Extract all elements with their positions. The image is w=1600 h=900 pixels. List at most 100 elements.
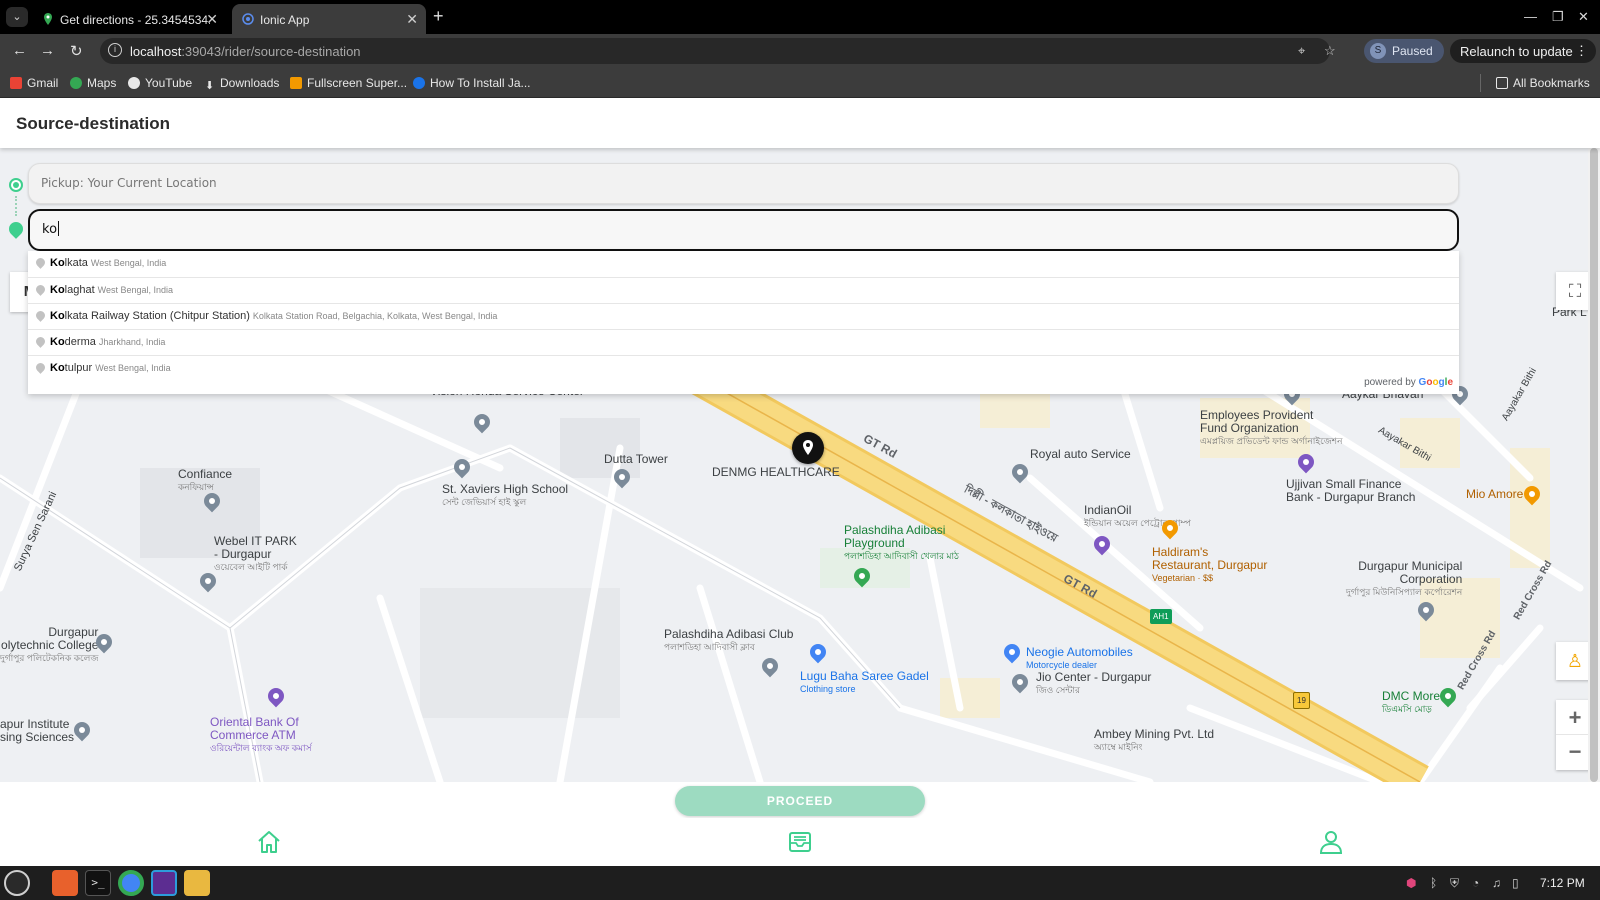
close-tab-icon[interactable]: ✕ — [406, 11, 418, 28]
bookmark-maps[interactable]: Maps — [70, 76, 116, 90]
browser-toolbar: ← → ↻ i localhost:39043/rider/source-des… — [0, 34, 1600, 68]
terminal-icon[interactable]: >_ — [85, 870, 111, 896]
map-label-webel[interactable]: Webel IT PARK - Durgapur ওয়েবেল আইটি পার… — [214, 535, 297, 574]
more-menu-icon[interactable]: ⋮ — [1575, 43, 1588, 59]
map-label-mio-amore[interactable]: Mio Amore — [1466, 488, 1523, 501]
inbox-icon[interactable] — [786, 828, 814, 856]
close-tab-icon[interactable]: ✕ — [206, 11, 218, 28]
extension-icon — [290, 77, 302, 89]
suggestion-item[interactable]: Kolkata West Bengal, India — [28, 251, 1459, 277]
relaunch-button[interactable]: Relaunch to update ⋮ — [1450, 39, 1596, 63]
map-label-dutta-tower[interactable]: Dutta Tower — [604, 453, 668, 466]
map-label-xaviers[interactable]: St. Xaviers High School সেন্ট জেভিয়ার্স … — [442, 483, 568, 509]
map-label-neogie[interactable]: Neogie Automobiles Motorcycle dealer — [1026, 646, 1133, 672]
bookmark-downloads[interactable]: ⬇ Downloads — [205, 76, 279, 92]
map-label-epfo[interactable]: Employees Provident Fund Organization এমপ… — [1200, 409, 1342, 448]
map-label-dmc[interactable]: Durgapur Municipal Corporation দুর্গাপুর … — [1346, 560, 1462, 599]
os-taskbar: >_ ⬢ ᛒ ⛨ ◔ ♫ ▯ 7:12 PM — [0, 866, 1600, 900]
bookmark-how-to-install[interactable]: How To Install Ja... — [413, 76, 531, 90]
highway-shield-19: 19 — [1293, 692, 1310, 709]
map-label-dmc-more[interactable]: DMC More ডিএমসি মোড় — [1382, 690, 1440, 716]
fullscreen-icon[interactable]: ⛶ — [1556, 272, 1588, 310]
map-label-jio[interactable]: Jio Center - Durgapur জিও সেন্টার — [1036, 671, 1151, 697]
file-manager-icon[interactable] — [184, 870, 210, 896]
globe-icon — [128, 77, 140, 89]
map-label-confiance[interactable]: Confiance কনফিয়ান্স — [178, 468, 232, 494]
forward-icon[interactable]: → — [40, 42, 55, 59]
reload-icon[interactable]: ↻ — [70, 42, 83, 60]
map-label-royal-auto[interactable]: Royal auto Service — [1030, 448, 1131, 461]
app-header: Source-destination — [0, 98, 1600, 148]
profile-status: Paused — [1392, 44, 1433, 58]
tab-search-button[interactable]: ⌄ — [6, 7, 28, 27]
suggestion-item[interactable]: Kotulpur West Bengal, India — [28, 355, 1459, 381]
map-label-ujjivan[interactable]: Ujjivan Small Finance Bank - Durgapur Br… — [1286, 478, 1415, 504]
map-label-denmg[interactable]: DENMG HEALTHCARE — [712, 466, 840, 479]
address-bar[interactable]: i localhost:39043/rider/source-destinati… — [100, 38, 1336, 64]
tab-title: Ionic App — [260, 13, 310, 27]
gmail-icon — [10, 77, 22, 89]
suggestion-text: Kolkata Railway Station (Chitpur Station… — [50, 310, 498, 322]
close-window-icon[interactable]: ✕ — [1578, 9, 1589, 25]
page-title: Source-destination — [16, 114, 170, 133]
bookmark-gmail[interactable]: Gmail — [10, 76, 58, 90]
selected-location-marker[interactable] — [792, 432, 824, 464]
site-info-icon[interactable]: i — [108, 43, 122, 57]
map-label-haldirams[interactable]: Haldiram's Restaurant, Durgapur Vegetaria… — [1152, 546, 1267, 585]
location-icon[interactable]: ⌖ — [1298, 43, 1305, 59]
tab-ionic-app[interactable]: Ionic App ✕ — [232, 4, 426, 34]
bookmark-fullscreen[interactable]: Fullscreen Super... — [290, 76, 407, 90]
suggestion-pin-icon — [34, 283, 47, 296]
maps-icon — [70, 77, 82, 89]
pegman-icon[interactable]: ♙ — [1556, 642, 1588, 680]
suggestion-item[interactable]: Kolaghat West Bengal, India — [28, 277, 1459, 303]
autocomplete-dropdown: Kolkata West Bengal, India Kolaghat West B… — [28, 251, 1459, 394]
shield-icon[interactable]: ⛨ — [1450, 876, 1459, 891]
map-label-polytechnic[interactable]: Durgapur olytechnic College দুর্গাপুর পলি… — [0, 626, 98, 665]
map-label-ambey[interactable]: Ambey Mining Pvt. Ltd অ্যাম্বে মাইনিং — [1094, 728, 1214, 754]
tab-get-directions[interactable]: Get directions - 25.3454534... ✕ — [32, 4, 226, 34]
page-scrollbar[interactable] — [1588, 148, 1600, 782]
new-tab-icon[interactable]: + — [433, 6, 444, 27]
profile-icon[interactable] — [1317, 828, 1345, 856]
tab-title: Get directions - 25.3454534... — [60, 13, 210, 27]
all-bookmarks[interactable]: All Bookmarks — [1496, 76, 1590, 90]
map-label-palashdiha-club[interactable]: Palashdiha Adibasi Club পলাশডিহা আদিবাসী … — [664, 628, 793, 654]
chrome-icon[interactable] — [118, 870, 144, 896]
suggestion-item[interactable]: Koderma Jharkhand, India — [28, 329, 1459, 355]
location-pin-icon — [803, 440, 813, 455]
proceed-button[interactable]: PROCEED — [675, 786, 925, 816]
profile-avatar: S — [1370, 43, 1386, 59]
relaunch-label: Relaunch to update — [1460, 44, 1573, 59]
zoom-out-icon[interactable]: − — [1556, 735, 1588, 770]
powered-by-google: powered by Google — [1364, 377, 1453, 388]
bookmark-youtube[interactable]: YouTube — [128, 76, 192, 90]
intellij-icon[interactable] — [151, 870, 177, 896]
minimize-icon[interactable]: — — [1524, 9, 1537, 24]
home-icon[interactable] — [255, 828, 283, 856]
scrollbar-thumb[interactable] — [1590, 148, 1598, 782]
destination-input[interactable]: ko — [28, 209, 1459, 251]
clock[interactable]: 7:12 PM — [1540, 876, 1585, 890]
restore-icon[interactable]: ❐ — [1552, 9, 1564, 25]
map-label-lugu-baha[interactable]: Lugu Baha Saree Gadel Clothing store — [800, 670, 929, 696]
bookmarks-divider — [1480, 74, 1481, 92]
map-label-oriental[interactable]: Oriental Bank Of Commerce ATM ওরিয়েন্টাল… — [210, 716, 312, 755]
back-icon[interactable]: ← — [12, 42, 27, 59]
url-text: localhost:39043/rider/source-destination — [130, 44, 361, 59]
volume-icon[interactable]: ♫ — [1492, 876, 1501, 890]
bookmark-star-icon[interactable]: ☆ — [1324, 43, 1336, 59]
map-label-palashdiha-playground[interactable]: Palashdiha Adibasi Playground পলাশডিহা আদ… — [844, 524, 959, 563]
app-tray-icon[interactable]: ⬢ — [1406, 876, 1416, 890]
bluetooth-icon[interactable]: ᛒ — [1430, 876, 1437, 890]
zoom-in-icon[interactable]: + — [1556, 700, 1588, 735]
battery-icon[interactable]: ▯ — [1512, 876, 1519, 890]
map-label-institute[interactable]: apur Institute sing Sciences — [0, 718, 74, 744]
start-menu-icon[interactable] — [4, 870, 30, 896]
pickup-input[interactable]: Pickup: Your Current Location — [28, 163, 1459, 204]
suggestion-text: Kotulpur West Bengal, India — [50, 362, 171, 374]
wifi-icon[interactable]: ◔ — [1472, 876, 1479, 890]
suggestion-item[interactable]: Kolkata Railway Station (Chitpur Station… — [28, 303, 1459, 329]
profile-paused-button[interactable]: S Paused — [1364, 39, 1444, 63]
firefox-icon[interactable] — [52, 870, 78, 896]
